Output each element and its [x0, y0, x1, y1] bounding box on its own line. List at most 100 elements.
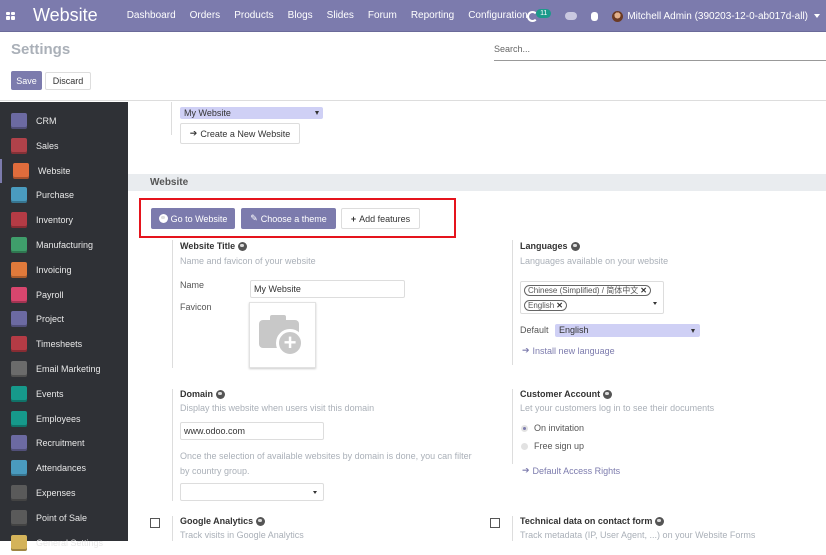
plus-circle-icon: +: [276, 329, 304, 357]
default-language-value: English: [559, 325, 589, 335]
sidebar-item-website[interactable]: Website: [0, 158, 128, 183]
settings-content: My Website ➔ Create a New Website Websit…: [128, 102, 826, 541]
install-language-link[interactable]: ➔ Install new language: [522, 345, 615, 356]
sidebar-item-invoicing[interactable]: Invoicing: [0, 258, 128, 282]
add-features-button[interactable]: + Add features: [341, 208, 420, 229]
favicon-label: Favicon: [180, 302, 212, 312]
settings-sidebar: CRM Sales Website Purchase Inventory Manufact…: [0, 102, 128, 551]
go-to-website-label: Go to Website: [170, 213, 228, 224]
chat-icon[interactable]: [565, 12, 578, 20]
sidebar-item-email-marketing[interactable]: Email Marketing: [0, 357, 128, 381]
sidebar-item-manufacturing[interactable]: Manufacturing: [0, 233, 128, 257]
magnifier-person-icon: [11, 435, 27, 452]
languages-heading: Languages: [520, 241, 580, 251]
google-analytics-checkbox[interactable]: [150, 518, 160, 528]
menu-forum[interactable]: Forum: [361, 10, 404, 21]
google-analytics-label: Google Analytics: [180, 516, 254, 526]
divider: [171, 102, 172, 135]
sidebar-item-label: Employees: [36, 413, 81, 424]
create-website-button[interactable]: ➔ Create a New Website: [180, 123, 300, 144]
globe-icon: [256, 516, 266, 526]
technical-data-label: Technical data on contact form: [520, 516, 653, 526]
inventory-box-icon: [11, 212, 27, 229]
divider: [172, 240, 173, 368]
sidebar-item-recruitment[interactable]: Recruitment: [0, 431, 128, 455]
sidebar-item-label: Inventory: [36, 215, 74, 226]
sidebar-item-payroll[interactable]: Payroll: [0, 283, 128, 307]
sidebar-item-attendances[interactable]: Attendances: [0, 456, 128, 480]
sidebar-item-expenses[interactable]: Expenses: [0, 481, 128, 505]
user-name: Mitchell Admin (390203-12-0-ab017d-all): [627, 10, 808, 22]
discard-button[interactable]: Discard: [45, 72, 91, 90]
sidebar-item-label: CRM: [36, 116, 57, 126]
sidebar-item-general-settings[interactable]: General Settings: [0, 531, 128, 555]
menu-configuration[interactable]: Configuration: [461, 10, 534, 21]
menu-reporting[interactable]: Reporting: [404, 10, 461, 21]
expenses-icon: [11, 485, 27, 501]
default-language-select[interactable]: English: [555, 324, 700, 337]
user-menu[interactable]: Mitchell Admin (390203-12-0-ab017d-all): [612, 10, 820, 22]
sidebar-item-point-of-sale[interactable]: Point of Sale: [0, 506, 128, 530]
technical-data-desc: Track metadata (IP, User Agent, ...) on …: [520, 530, 756, 540]
radio-label: On invitation: [534, 423, 585, 433]
sidebar-item-label: Payroll: [36, 289, 64, 300]
default-access-rights-link[interactable]: ➔ Default Access Rights: [522, 465, 620, 476]
radio-unchecked-icon: [521, 442, 528, 450]
domain-desc: Display this website when users visit th…: [180, 403, 375, 413]
website-select-value: My Website: [184, 108, 231, 118]
website-title-label: Website Title: [180, 241, 236, 251]
search-input[interactable]: Search...: [494, 41, 826, 61]
menu-products[interactable]: Products: [227, 10, 280, 21]
sidebar-item-crm[interactable]: CRM: [0, 109, 128, 133]
sidebar-item-label: Invoicing: [36, 264, 72, 275]
domain-input[interactable]: www.odoo.com: [180, 422, 324, 440]
arrow-right-icon: ➔: [522, 465, 530, 475]
customer-account-label: Customer Account: [520, 389, 601, 399]
languages-tags-input[interactable]: Chinese (Simplified) / 简体中文 ✕ English ✕: [520, 281, 664, 314]
choose-theme-button[interactable]: ✎ Choose a theme: [241, 208, 336, 229]
languages-desc: Languages available on your website: [520, 256, 669, 266]
globe-icon: [216, 389, 226, 399]
sidebar-item-employees[interactable]: Employees: [0, 407, 128, 431]
menu-slides[interactable]: Slides: [320, 10, 361, 21]
country-group-select[interactable]: [180, 483, 324, 501]
debug-bug-icon[interactable]: [591, 11, 599, 21]
divider: [172, 389, 173, 501]
sidebar-item-sales[interactable]: Sales: [0, 134, 128, 158]
radio-label: Free sign up: [534, 441, 585, 451]
caret-down-icon: [691, 329, 695, 333]
globe-icon: [655, 516, 665, 526]
sidebar-item-inventory[interactable]: Inventory: [0, 208, 128, 232]
website-name-input[interactable]: My Website: [250, 280, 405, 298]
caret-down-icon: [653, 302, 657, 305]
sidebar-item-purchase[interactable]: Purchase: [0, 183, 128, 207]
menu-orders[interactable]: Orders: [183, 10, 228, 21]
save-button[interactable]: Save: [11, 71, 42, 90]
website-select[interactable]: My Website: [180, 107, 323, 119]
menu-blogs[interactable]: Blogs: [281, 10, 320, 21]
technical-data-checkbox[interactable]: [490, 518, 500, 528]
default-language-label: Default: [520, 325, 549, 335]
activity-button[interactable]: 11: [527, 8, 552, 22]
menu-dashboard[interactable]: Dashboard: [120, 10, 183, 21]
favicon-upload[interactable]: +: [249, 302, 316, 368]
language-tag[interactable]: Chinese (Simplified) / 简体中文 ✕: [524, 285, 651, 296]
sidebar-item-timesheets[interactable]: Timesheets: [0, 332, 128, 356]
language-tag[interactable]: English ✕: [524, 300, 567, 311]
invoice-icon: [11, 261, 27, 278]
store-icon: [11, 509, 27, 526]
radio-on-invitation[interactable]: On invitation: [521, 423, 584, 433]
sidebar-item-label: Purchase: [36, 190, 75, 201]
radio-free-signup[interactable]: Free sign up: [521, 441, 584, 451]
website-title-desc: Name and favicon of your website: [180, 256, 316, 266]
sidebar-item-project[interactable]: Project: [0, 307, 128, 331]
apps-menu-icon[interactable]: [6, 11, 16, 20]
sales-chart-icon: [11, 137, 27, 154]
attendance-icon: [11, 460, 27, 477]
app-title: Website: [33, 5, 98, 25]
remove-tag-icon[interactable]: ✕: [640, 286, 647, 295]
go-to-website-button[interactable]: Go to Website: [151, 208, 235, 229]
remove-tag-icon[interactable]: ✕: [556, 301, 563, 310]
sidebar-item-events[interactable]: Events: [0, 382, 128, 406]
globe-icon: [13, 162, 29, 179]
